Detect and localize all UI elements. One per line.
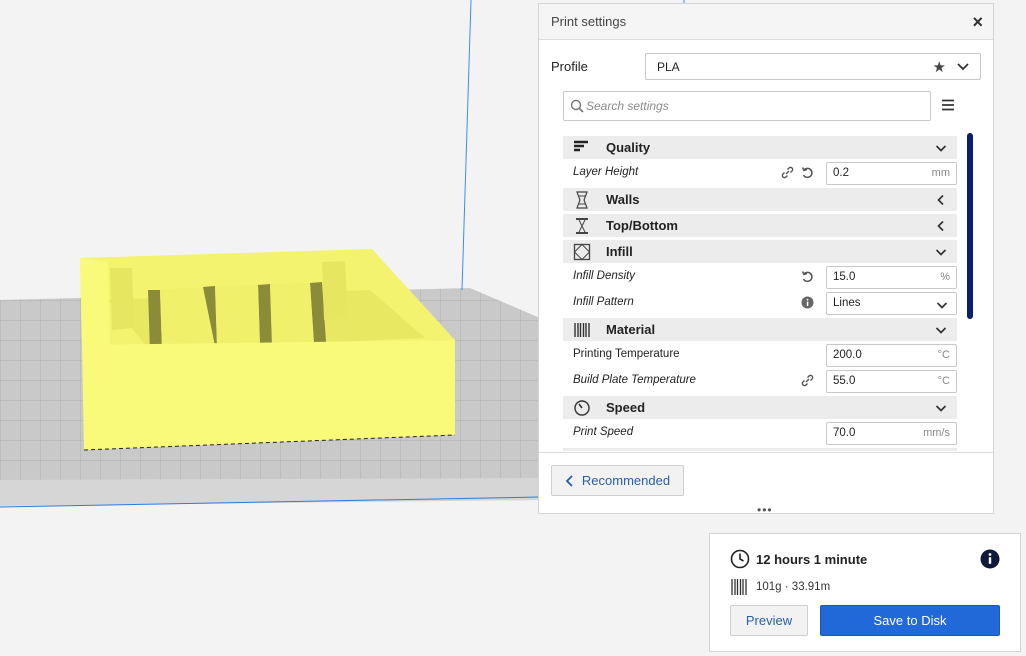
profile-select[interactable]: PLA ★: [645, 53, 981, 80]
print-time: 12 hours 1 minute: [756, 552, 868, 567]
setting-value: 15.0: [833, 271, 856, 283]
setting-label: Layer Height: [573, 166, 639, 178]
infill-density-input[interactable]: 15.0 %: [826, 266, 957, 289]
category-material[interactable]: Material: [563, 318, 957, 341]
settings-list: Quality Layer Height 0.2 mm Walls Top/Bo…: [563, 133, 959, 451]
category-next-partial[interactable]: [563, 448, 957, 451]
setting-unit: °C: [937, 375, 950, 387]
panel-header: Print settings ×: [539, 4, 993, 40]
print-settings-panel: Print settings × Profile PLA ★ Quality L…: [538, 3, 995, 517]
printing-temperature-input[interactable]: 200.0 °C: [826, 344, 957, 367]
link-icon[interactable]: [801, 374, 814, 387]
top-bottom-icon: [576, 218, 588, 234]
category-speed[interactable]: Speed: [563, 396, 957, 419]
chevron-down-icon: [935, 249, 947, 256]
chevron-down-icon: [935, 145, 947, 152]
chevron-down-icon: [936, 302, 948, 309]
star-icon[interactable]: ★: [933, 58, 946, 76]
profile-row: Profile PLA ★: [539, 52, 995, 82]
category-label: Top/Bottom: [606, 218, 678, 233]
layer-height-input[interactable]: 0.2 mm: [826, 162, 957, 185]
link-icon[interactable]: [781, 166, 794, 179]
chevron-left-icon: [937, 220, 944, 232]
save-to-disk-button[interactable]: Save to Disk: [820, 605, 1000, 636]
search-box: [563, 91, 931, 121]
setting-unit: %: [940, 271, 950, 283]
setting-infill-density: Infill Density 15.0 %: [563, 265, 957, 289]
setting-value: Lines: [833, 297, 861, 309]
setting-layer-height: Layer Height 0.2 mm: [563, 161, 957, 185]
recommended-label: Recommended: [581, 473, 671, 488]
setting-label: Infill Pattern: [573, 296, 634, 308]
setting-unit: mm/s: [923, 427, 950, 439]
setting-label: Printing Temperature: [573, 348, 680, 360]
setting-value: 200.0: [833, 349, 862, 361]
category-label: Quality: [606, 140, 651, 155]
setting-print-speed: Print Speed 70.0 mm/s: [563, 421, 957, 445]
category-label: Infill: [606, 244, 633, 259]
infill-pattern-select[interactable]: Lines: [826, 292, 957, 315]
reset-icon[interactable]: [801, 270, 814, 283]
setting-printing-temperature: Printing Temperature 200.0 °C: [563, 343, 957, 367]
model-box[interactable]: [80, 249, 456, 451]
divider: [539, 452, 993, 453]
clock-icon: [730, 549, 750, 569]
settings-scrollbar[interactable]: [967, 133, 973, 319]
chevron-down-icon: [935, 405, 947, 412]
setting-build-plate-temperature: Build Plate Temperature 55.0 °C: [563, 369, 957, 393]
chevron-left-icon: [565, 474, 573, 487]
setting-unit: °C: [937, 349, 950, 361]
job-summary-panel: 12 hours 1 minute 101g · 33.91m Preview …: [709, 533, 1021, 652]
quality-icon: [574, 140, 588, 152]
chevron-down-icon: [935, 327, 947, 334]
setting-value: 55.0: [833, 375, 856, 387]
recommended-button[interactable]: Recommended: [551, 465, 684, 496]
info-icon[interactable]: [801, 296, 814, 309]
setting-infill-pattern: Infill Pattern Lines: [563, 291, 957, 315]
chevron-left-icon: [937, 194, 944, 206]
profile-label: Profile: [551, 59, 588, 74]
speed-icon: [574, 400, 590, 416]
setting-label: Build Plate Temperature: [573, 374, 696, 386]
search-input[interactable]: [586, 97, 916, 115]
close-button[interactable]: ×: [972, 13, 983, 31]
infill-icon: [573, 243, 591, 261]
category-infill[interactable]: Infill: [563, 240, 957, 263]
category-label: Walls: [606, 192, 640, 207]
search-icon: [570, 99, 584, 113]
material-icon: [574, 323, 590, 337]
setting-label: Infill Density: [573, 270, 635, 282]
preview-button[interactable]: Preview: [730, 605, 808, 636]
reset-icon[interactable]: [801, 166, 814, 179]
panel-title: Print settings: [551, 14, 627, 29]
hamburger-menu-icon[interactable]: [941, 99, 955, 111]
print-speed-input[interactable]: 70.0 mm/s: [826, 422, 957, 445]
category-quality[interactable]: Quality: [563, 136, 957, 159]
setting-value: 70.0: [833, 427, 856, 439]
setting-unit: mm: [931, 167, 950, 179]
setting-label: Print Speed: [573, 426, 634, 438]
category-label: Material: [606, 322, 656, 337]
category-walls[interactable]: Walls: [563, 188, 957, 211]
filament-usage: 101g · 33.91m: [756, 581, 831, 593]
chevron-down-icon: [957, 63, 969, 71]
profile-value: PLA: [657, 60, 680, 74]
info-icon[interactable]: [980, 549, 1000, 569]
resize-handle[interactable]: •••: [757, 503, 773, 517]
build-plate-temperature-input[interactable]: 55.0 °C: [826, 370, 957, 393]
category-top-bottom[interactable]: Top/Bottom: [563, 214, 957, 237]
setting-value: 0.2: [833, 167, 849, 179]
walls-icon: [576, 191, 588, 209]
category-label: Speed: [606, 400, 646, 415]
filament-icon: [731, 579, 747, 595]
